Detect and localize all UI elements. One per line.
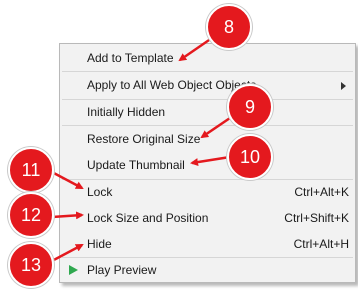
menu-item-shortcut: Ctrl+Shift+K — [284, 211, 349, 225]
menu-separator — [62, 257, 353, 258]
callout-badge-9: 9 — [227, 84, 273, 130]
menu-item-label: Lock — [87, 185, 113, 199]
callout-badge-12: 12 — [8, 192, 54, 238]
menu-separator — [62, 125, 353, 126]
menu-item-restore-original-size[interactable]: Restore Original Size — [60, 128, 355, 150]
menu-item-initially-hidden[interactable]: Initially Hidden — [60, 101, 355, 123]
callout-badge-13: 13 — [8, 242, 54, 288]
menu-item-label: Update Thumbnail — [87, 158, 185, 172]
menu-item-update-thumbnail[interactable]: Update Thumbnail — [60, 154, 355, 176]
menu-separator — [62, 71, 353, 72]
callout-badge-8: 8 — [206, 4, 252, 50]
menu-separator — [62, 99, 353, 100]
screenshot-stage: Add to Template Apply to All Web Object … — [0, 0, 358, 294]
menu-item-play-preview[interactable]: Play Preview — [60, 259, 355, 281]
menu-item-label: Initially Hidden — [87, 105, 166, 119]
menu-separator — [62, 179, 353, 180]
play-icon — [69, 265, 78, 275]
menu-item-apply-to-all[interactable]: Apply to All Web Object Objects — [60, 74, 355, 96]
menu-item-shortcut: Ctrl+Alt+H — [293, 237, 349, 251]
menu-item-add-to-template[interactable]: Add to Template — [60, 47, 355, 69]
callout-badge-10: 10 — [227, 134, 273, 180]
menu-item-label: Hide — [87, 237, 112, 251]
menu-item-lock-size-and-position[interactable]: Lock Size and Position Ctrl+Shift+K — [60, 207, 355, 229]
context-menu: Add to Template Apply to All Web Object … — [59, 43, 356, 283]
menu-item-shortcut: Ctrl+Alt+K — [294, 185, 349, 199]
callout-badge-11: 11 — [8, 147, 54, 193]
menu-item-label: Play Preview — [87, 263, 157, 277]
menu-item-hide[interactable]: Hide Ctrl+Alt+H — [60, 233, 355, 255]
menu-item-lock[interactable]: Lock Ctrl+Alt+K — [60, 181, 355, 203]
menu-item-label: Lock Size and Position — [87, 211, 209, 225]
menu-item-label: Restore Original Size — [87, 132, 201, 146]
menu-item-label: Add to Template — [87, 51, 174, 65]
chevron-right-icon — [341, 82, 346, 90]
